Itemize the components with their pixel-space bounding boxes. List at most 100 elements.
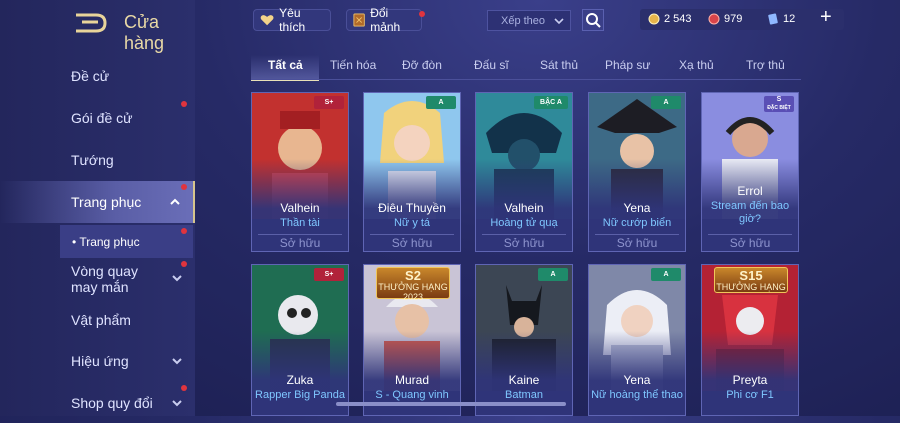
season-badge: S15 THƯỞNG HẠNG: [714, 267, 788, 293]
sidebar-item-lucky-spin[interactable]: Vòng quay may mắn: [0, 261, 195, 297]
gold-balance: 2 543: [648, 13, 692, 25]
tab-tank[interactable]: Đỡ đòn: [402, 58, 442, 72]
sort-label: Xếp theo: [501, 14, 546, 27]
sidebar-item-label: Vật phẩm: [71, 312, 131, 328]
sidebar: Cửa hàng Đề cử Gói đề cử Tướng Trang phụ…: [0, 0, 195, 416]
chevron-up-icon: [170, 198, 180, 205]
sidebar-item-exchange-shop[interactable]: Shop quy đổi: [0, 383, 195, 423]
hero-name: Yena: [623, 201, 651, 215]
sort-dropdown[interactable]: Xếp theo: [487, 10, 571, 31]
divider: [258, 234, 342, 235]
sidebar-item-label: Gói đề cử: [71, 110, 133, 126]
tab-evolution[interactable]: Tiến hóa: [330, 58, 376, 72]
sidebar-item-label: Hiệu ứng: [71, 353, 129, 369]
rank-badge: S+: [314, 268, 344, 281]
sidebar-subitem-label: • Trang phục: [72, 234, 140, 249]
skin-name: Nữ y tá: [393, 217, 431, 229]
chevron-down-icon: [172, 358, 182, 365]
sidebar-subitem-skins[interactable]: • Trang phục: [60, 225, 193, 258]
notification-dot: [181, 101, 187, 107]
skin-name: Thần tài: [280, 217, 320, 229]
owned-status: Sở hữu: [503, 236, 545, 250]
tab-support[interactable]: Trợ thủ: [746, 58, 785, 72]
gold-coin-icon: [648, 13, 660, 25]
skin-card[interactable]: A Yena Nữ cướp biển Sở hữu: [588, 92, 686, 252]
skin-card[interactable]: S ĐẶC BIỆT Errol Stream đến bao giờ? Sở h…: [701, 92, 799, 252]
hero-name: Murad: [394, 373, 429, 387]
rank-badge: S+: [314, 96, 344, 109]
sidebar-item-label: Trang phục: [71, 194, 142, 210]
season-badge: S2 THƯỞNG HẠNG 2023: [376, 267, 450, 302]
skin-name: Batman: [505, 389, 543, 401]
tab-marksman[interactable]: Xạ thủ: [679, 58, 714, 72]
search-icon: [586, 13, 601, 28]
favorite-label: Yêu thích: [279, 6, 306, 34]
exchange-label: Đổi mảnh: [370, 6, 401, 34]
owned-status: Sở hữu: [729, 236, 771, 250]
rank-badge: A: [651, 268, 681, 281]
skin-card[interactable]: S15 THƯỞNG HẠNG Preyta Phi cơ F1: [701, 264, 799, 416]
skin-card[interactable]: A Kaine Batman: [475, 264, 573, 416]
currency-bar: 2 543 979 12: [640, 9, 844, 30]
sidebar-item-featured-packs[interactable]: Gói đề cử: [0, 98, 195, 138]
hero-name: Valhein: [280, 201, 320, 215]
skin-card[interactable]: A Điêu Thuyền Nữ y tá Sở hữu: [363, 92, 461, 252]
divider: [482, 234, 566, 235]
skin-name: Phi cơ F1: [726, 389, 774, 401]
sidebar-item-label: Đề cử: [71, 68, 110, 84]
skin-card[interactable]: S+ Zuka Rapper Big Panda: [251, 264, 349, 416]
tab-mage[interactable]: Pháp sư: [605, 58, 650, 72]
hero-name: Zuka: [286, 373, 314, 387]
tab-fighter[interactable]: Đấu sĩ: [474, 58, 509, 72]
favorite-button[interactable]: Yêu thích: [253, 6, 331, 34]
page-title: Cửa hàng: [124, 12, 165, 53]
rank-badge: A: [538, 268, 568, 281]
sidebar-item-effects[interactable]: Hiệu ứng: [0, 341, 195, 381]
sidebar-item-items[interactable]: Vật phẩm: [0, 300, 195, 340]
divider: [370, 234, 454, 235]
search-button[interactable]: [582, 9, 604, 31]
hero-name: Preyta: [732, 373, 768, 387]
skin-card[interactable]: A Yena Nữ hoàng thể thao: [588, 264, 686, 416]
skin-name: S - Quang vinh: [375, 389, 449, 401]
owned-status: Sở hữu: [279, 236, 321, 250]
skin-card[interactable]: BẬC A Valhein Hoàng tử quạ Sở hữu: [475, 92, 573, 252]
back-logo-icon[interactable]: [72, 12, 108, 34]
sidebar-item-skins[interactable]: Trang phục: [0, 181, 195, 223]
skin-name: Rapper Big Panda: [255, 389, 345, 401]
hero-name: Yena: [623, 373, 651, 387]
chevron-down-icon: [172, 275, 182, 282]
gem-balance: 12: [767, 13, 795, 25]
divider: [708, 234, 792, 235]
notification-dot: [419, 11, 425, 17]
chevron-down-icon: [554, 18, 564, 25]
divider: [595, 234, 679, 235]
rank-badge: A: [651, 96, 681, 109]
heart-icon: [260, 15, 274, 26]
hero-name: Errol: [737, 184, 763, 198]
skin-card[interactable]: S2 THƯỞNG HẠNG 2023 Murad S - Quang vinh: [363, 264, 461, 416]
exchange-fragments-button[interactable]: Đổi mảnh: [346, 6, 425, 34]
sidebar-item-featured[interactable]: Đề cử: [0, 56, 195, 96]
notification-dot: [181, 184, 187, 190]
add-currency-button[interactable]: +: [820, 6, 832, 29]
notification-dot: [181, 261, 187, 267]
tab-all[interactable]: Tất cả: [268, 58, 303, 72]
tab-divider: [251, 79, 801, 80]
home-indicator: [336, 402, 566, 406]
skin-name: Stream đến bao giờ?: [710, 200, 790, 225]
sidebar-item-heroes[interactable]: Tướng: [0, 140, 195, 180]
gem-card-icon: [768, 13, 778, 25]
skin-card[interactable]: S+ Valhein Thần tài Sở hữu: [251, 92, 349, 252]
rank-badge: S ĐẶC BIỆT: [764, 96, 794, 112]
voucher-icon: [708, 13, 720, 25]
sidebar-item-label: Shop quy đổi: [71, 395, 153, 411]
hero-name: Valhein: [504, 201, 544, 215]
skin-name: Nữ hoàng thể thao: [591, 389, 683, 401]
category-tabs: Tất cả Tiến hóa Đỡ đòn Đấu sĩ Sát thủ Ph…: [251, 52, 801, 78]
voucher-balance: 979: [708, 13, 742, 25]
chevron-down-icon: [172, 400, 182, 407]
rank-badge: A: [426, 96, 456, 109]
fragment-card-icon: [353, 13, 365, 27]
tab-assassin[interactable]: Sát thủ: [540, 58, 578, 72]
